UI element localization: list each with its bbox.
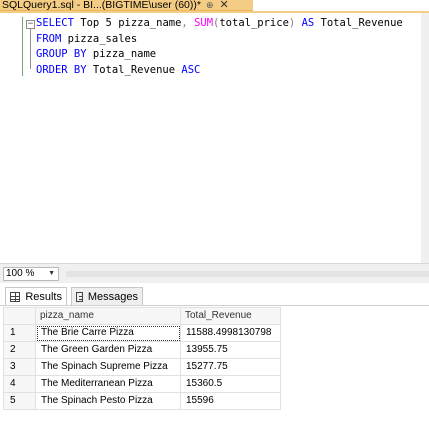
code-token: pizza_name xyxy=(86,48,157,60)
row-number[interactable]: 3 xyxy=(3,358,36,376)
cell-pizza-name[interactable]: The Spinach Supreme Pizza xyxy=(35,358,181,376)
tab-results-label: Results xyxy=(25,290,62,303)
pin-icon[interactable]: ⊕ xyxy=(206,0,214,10)
table-row[interactable]: 2 The Green Garden Pizza 13955.75 xyxy=(3,341,281,359)
collapse-toggle-icon[interactable]: − xyxy=(26,20,35,29)
zoom-bar: 100 % ▼ xyxy=(0,263,429,283)
row-number[interactable]: 2 xyxy=(3,341,36,359)
code-token: Top 5 pizza_name xyxy=(73,17,182,29)
outline-guide xyxy=(30,29,31,69)
document-tab-title: SQLQuery1.sql - BI...(BIGTIME\user (60))… xyxy=(2,0,201,11)
messages-icon xyxy=(76,291,83,302)
grid-icon xyxy=(10,291,21,302)
close-icon[interactable]: ✕ xyxy=(220,0,229,10)
zoom-select[interactable]: 100 % ▼ xyxy=(3,267,59,281)
cell-pizza-name[interactable]: The Mediterranean Pizza xyxy=(35,375,181,393)
table-row[interactable]: 3 The Spinach Supreme Pizza 15277.75 xyxy=(3,358,281,376)
code-line[interactable]: SELECT Top 5 pizza_name, SUM(total_price… xyxy=(36,16,403,32)
cell-total-revenue[interactable]: 15277.75 xyxy=(180,358,281,376)
table-row[interactable]: 5 The Spinach Pesto Pizza 15596 xyxy=(3,392,281,410)
code-token: AS xyxy=(301,17,315,29)
grid-header-row: pizza_name Total_Revenue xyxy=(3,307,281,325)
sql-code[interactable]: SELECT Top 5 pizza_name, SUM(total_price… xyxy=(36,16,403,78)
code-line[interactable]: GROUP BY pizza_name xyxy=(36,47,403,63)
row-number[interactable]: 5 xyxy=(3,392,36,410)
column-header-total-revenue[interactable]: Total_Revenue xyxy=(180,307,281,325)
tab-messages-label: Messages xyxy=(87,290,138,303)
code-token: total_price xyxy=(219,17,289,29)
code-token: GROUP BY xyxy=(36,48,87,60)
zoom-value: 100 % xyxy=(6,268,35,279)
code-line[interactable]: ORDER BY Total_Revenue ASC xyxy=(36,63,403,79)
editor-horizontal-scrollbar[interactable] xyxy=(66,271,429,277)
results-grid-area: pizza_name Total_Revenue 1 The Brie Carr… xyxy=(0,307,429,423)
row-number[interactable]: 4 xyxy=(3,375,36,393)
change-tracking-bar xyxy=(22,17,25,76)
code-token: Total_Revenue xyxy=(314,17,403,29)
table-row[interactable]: 4 The Mediterranean Pizza 15360.5 xyxy=(3,375,281,393)
results-grid[interactable]: pizza_name Total_Revenue 1 The Brie Carr… xyxy=(3,307,281,410)
query-editor[interactable]: − SELECT Top 5 pizza_name, SUM(total_pri… xyxy=(0,13,429,263)
row-number[interactable]: 1 xyxy=(3,324,36,342)
cell-pizza-name[interactable]: The Spinach Pesto Pizza xyxy=(35,392,181,410)
result-tabs: Results Messages xyxy=(0,283,429,306)
document-tab-strip: SQLQuery1.sql - BI...(BIGTIME\user (60))… xyxy=(0,0,429,11)
code-line[interactable]: FROM pizza_sales xyxy=(36,32,403,48)
code-token: FROM xyxy=(36,32,62,45)
document-tab[interactable]: SQLQuery1.sql - BI...(BIGTIME\user (60))… xyxy=(0,0,253,11)
code-token: SUM xyxy=(194,17,214,29)
code-token: pizza_sales xyxy=(61,32,138,45)
cell-pizza-name[interactable]: The Green Garden Pizza xyxy=(35,341,181,359)
code-token: ASC xyxy=(181,63,201,76)
grid-corner[interactable] xyxy=(3,307,36,325)
code-token: Total_Revenue xyxy=(86,63,182,76)
cell-total-revenue[interactable]: 15596 xyxy=(180,392,281,410)
cell-pizza-name[interactable]: The Brie Carre Pizza xyxy=(35,324,181,342)
code-token: ORDER BY xyxy=(36,63,87,76)
editor-vertical-scrollbar[interactable] xyxy=(421,13,429,263)
cell-total-revenue[interactable]: 15360.5 xyxy=(180,375,281,393)
code-token: SELECT xyxy=(36,17,74,29)
tab-results[interactable]: Results xyxy=(5,287,67,305)
tab-messages[interactable]: Messages xyxy=(71,287,143,305)
cell-total-revenue[interactable]: 11588.4998130798 xyxy=(180,324,281,342)
table-row[interactable]: 1 The Brie Carre Pizza 11588.4998130798 xyxy=(3,324,281,342)
cell-total-revenue[interactable]: 13955.75 xyxy=(180,341,281,359)
column-header-pizza-name[interactable]: pizza_name xyxy=(35,307,181,325)
editor-margin xyxy=(0,13,16,263)
chevron-down-icon[interactable]: ▼ xyxy=(48,268,55,280)
